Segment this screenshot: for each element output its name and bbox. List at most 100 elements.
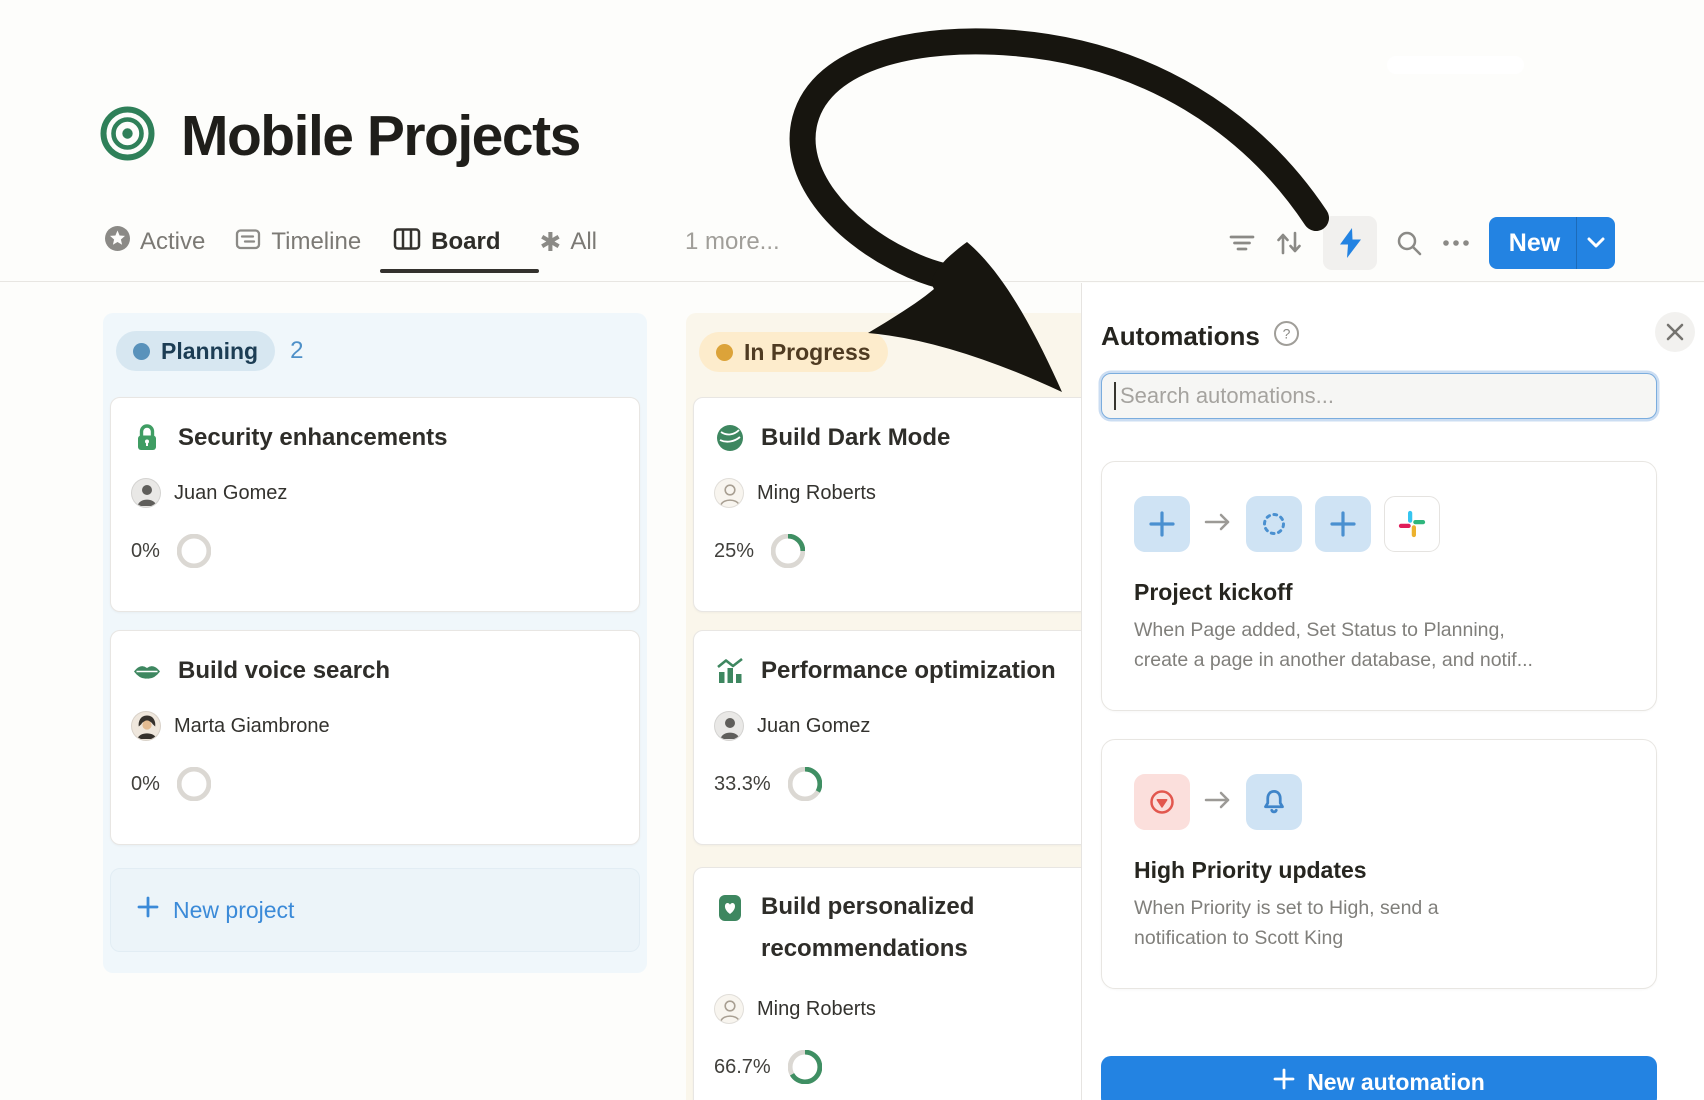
automation-title: Project kickoff [1134,579,1632,606]
tab-label: Board [431,228,500,256]
text-caret [1114,382,1116,410]
heart-badge-icon [714,892,746,924]
automation-search-input[interactable] [1101,373,1657,419]
priority-icon [1134,774,1190,830]
avatar [714,711,744,741]
card-title: Build Dark Mode [761,422,950,454]
automation-description: When Page added, Set Status to Planning,… [1134,615,1632,675]
lock-icon [131,422,163,454]
tab-label: All [570,228,597,256]
column-planning: Planning 2 Security enhancements Juan Go… [103,313,647,973]
filter-icon[interactable] [1229,231,1255,255]
card-title: Security enhancements [178,422,447,454]
progress-label: 0% [131,540,160,563]
status-badge[interactable]: In Progress [699,332,888,372]
progress-label: 0% [131,773,160,796]
page-header: Mobile Projects [100,103,580,169]
progress-ring [771,534,805,568]
more-icon[interactable] [1441,238,1471,248]
question-circle-icon[interactable]: ? [1273,320,1300,352]
tab-more[interactable]: 1 more... [685,228,780,256]
progress-ring [177,767,211,801]
assignee-name: Ming Roberts [757,482,876,505]
header-divider [0,281,1704,282]
status-label: In Progress [744,339,871,366]
arrow-right-icon [1203,789,1233,816]
status-label: Planning [161,338,258,365]
automation-title: High Priority updates [1134,857,1632,884]
arrow-right-icon [1203,511,1233,538]
avatar [714,478,744,508]
avatar [131,711,161,741]
sphere-icon [714,422,746,454]
new-project-label: New project [173,897,294,924]
plus-icon [1273,1068,1295,1096]
status-badge[interactable]: Planning [116,331,275,371]
automation-description: When Priority is set to High, send a not… [1134,893,1632,953]
avatar [131,478,161,508]
slack-icon [1384,496,1440,552]
star-circle-icon [104,225,131,259]
tab-all[interactable]: ✱ All [540,228,597,256]
assignee-name: Marta Giambrone [174,715,330,738]
new-button[interactable]: New [1489,217,1615,269]
status-dot [133,343,150,360]
project-card[interactable]: Build voice search Marta Giambrone 0% [110,630,640,845]
automation-card[interactable]: High Priority updates When Priority is s… [1101,739,1657,989]
status-dot [716,344,733,361]
board-icon [392,225,422,260]
column-header: Planning 2 [110,331,640,371]
project-card[interactable]: Security enhancements Juan Gomez 0% [110,397,640,612]
bell-icon [1246,774,1302,830]
progress-label: 66.7% [714,1056,771,1079]
tab-timeline[interactable]: Timeline [234,225,361,260]
plus-icon [1315,496,1371,552]
tab-label: Active [140,228,205,256]
timeline-icon [234,225,262,260]
assignee-name: Juan Gomez [174,482,287,505]
chevron-down-icon[interactable] [1577,237,1615,249]
card-title: Build personalized recommendations [761,886,1029,970]
assignee-name: Ming Roberts [757,998,876,1021]
new-button-label: New [1489,229,1576,258]
avatar [714,994,744,1024]
lips-icon [131,655,163,687]
view-tabs: Active Timeline Board ✱ All 1 more... [104,224,780,260]
new-automation-label: New automation [1307,1069,1485,1096]
automations-header: Automations ? [1101,316,1657,356]
spinner-icon [1246,496,1302,552]
automation-search [1101,373,1657,419]
automations-panel: Automations ? [1081,283,1704,1100]
svg-text:?: ? [1282,326,1290,342]
card-title: Performance optimization [761,655,1056,687]
column-count: 2 [290,337,303,365]
tab-active[interactable]: Active [104,225,205,259]
new-automation-button[interactable]: New automation [1101,1056,1657,1100]
plus-icon [1134,496,1190,552]
automation-card[interactable]: Project kickoff When Page added, Set Sta… [1101,461,1657,711]
tab-label: 1 more... [685,228,780,256]
board-toolbar: New [1229,217,1615,269]
tab-label: Timeline [271,228,361,256]
progress-label: 25% [714,540,754,563]
automations-title: Automations [1101,321,1260,352]
asterisk-icon: ✱ [540,229,562,255]
plus-icon [137,896,159,924]
automation-bolt-icon[interactable] [1323,216,1377,270]
page-title: Mobile Projects [181,103,580,169]
chart-icon [714,655,746,687]
assignee-name: Juan Gomez [757,715,870,738]
progress-ring [788,767,822,801]
progress-ring [788,1050,822,1084]
hidden-count-dot [988,346,999,357]
new-project-button[interactable]: New project [110,868,640,952]
progress-label: 33.3% [714,773,771,796]
search-icon[interactable] [1395,229,1423,257]
tab-board[interactable]: Board [392,225,500,260]
target-icon [100,106,155,166]
card-title: Build voice search [178,655,390,687]
sort-icon[interactable] [1273,228,1305,258]
close-icon[interactable] [1655,312,1695,352]
progress-ring [177,534,211,568]
white-patch [1387,56,1524,74]
